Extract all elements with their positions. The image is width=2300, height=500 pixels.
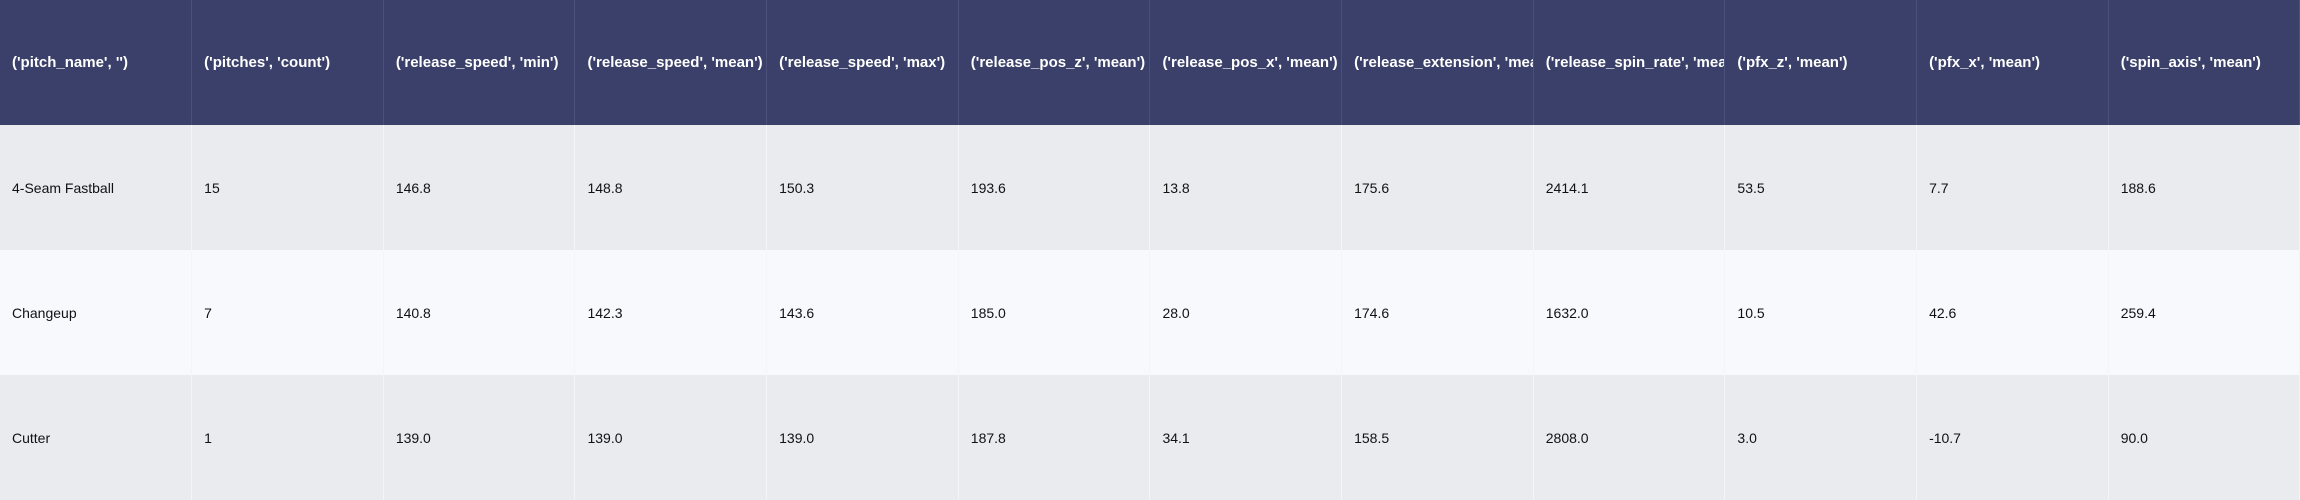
table-cell: 2808.0	[1533, 375, 1726, 500]
table-row: Cutter 1 139.0 139.0 139.0 187.8 34.1 15…	[0, 375, 2300, 500]
table-cell: 148.8	[574, 125, 768, 250]
table-cell: 185.0	[958, 250, 1151, 375]
column-header-pfx-z-mean[interactable]: ('pfx_z', 'mean')	[1724, 0, 1918, 125]
table-cell: 42.6	[1916, 250, 2109, 375]
table-cell: 146.8	[383, 125, 576, 250]
table-cell: Cutter	[0, 375, 193, 500]
column-header-release-extension-mean[interactable]: ('release_extension', 'mean')	[1341, 0, 1534, 125]
table-cell: 3.0	[1724, 375, 1918, 500]
table-cell: 10.5	[1724, 250, 1918, 375]
header-row: ('pitch_name', '') ('pitches', 'count') …	[0, 0, 2300, 125]
table-cell: Changeup	[0, 250, 193, 375]
table-cell: 174.6	[1341, 250, 1534, 375]
column-header-spin-axis-mean[interactable]: ('spin_axis', 'mean')	[2108, 0, 2300, 125]
table-cell: 28.0	[1149, 250, 1343, 375]
table-cell: 142.3	[574, 250, 768, 375]
table-cell: 158.5	[1341, 375, 1534, 500]
pitch-stats-table: ('pitch_name', '') ('pitches', 'count') …	[0, 0, 2300, 500]
column-header-release-spin-rate-mean[interactable]: ('release_spin_rate', 'mean')	[1533, 0, 1726, 125]
table-cell: 259.4	[2108, 250, 2300, 375]
column-header-release-speed-mean[interactable]: ('release_speed', 'mean')	[574, 0, 768, 125]
table-cell: 193.6	[958, 125, 1151, 250]
column-header-release-speed-min[interactable]: ('release_speed', 'min')	[383, 0, 576, 125]
table-cell: 53.5	[1724, 125, 1918, 250]
column-header-pitch-name[interactable]: ('pitch_name', '')	[0, 0, 193, 125]
column-header-release-pos-z-mean[interactable]: ('release_pos_z', 'mean')	[958, 0, 1151, 125]
table-cell: 187.8	[958, 375, 1151, 500]
table-cell: 150.3	[766, 125, 959, 250]
column-header-release-speed-max[interactable]: ('release_speed', 'max')	[766, 0, 959, 125]
table-cell: 188.6	[2108, 125, 2300, 250]
table-cell: 13.8	[1149, 125, 1343, 250]
column-header-pfx-x-mean[interactable]: ('pfx_x', 'mean')	[1916, 0, 2109, 125]
table-cell: 4-Seam Fastball	[0, 125, 193, 250]
table-cell: 1632.0	[1533, 250, 1726, 375]
table-header: ('pitch_name', '') ('pitches', 'count') …	[0, 0, 2300, 125]
table-cell: 7	[191, 250, 384, 375]
table-cell: 139.0	[574, 375, 768, 500]
table-body: 4-Seam Fastball 15 146.8 148.8 150.3 193…	[0, 125, 2300, 500]
data-table-container: ('pitch_name', '') ('pitches', 'count') …	[0, 0, 2300, 500]
column-header-release-pos-x-mean[interactable]: ('release_pos_x', 'mean')	[1149, 0, 1343, 125]
table-row: 4-Seam Fastball 15 146.8 148.8 150.3 193…	[0, 125, 2300, 250]
table-row: Changeup 7 140.8 142.3 143.6 185.0 28.0 …	[0, 250, 2300, 375]
table-cell: 15	[191, 125, 384, 250]
table-cell: 175.6	[1341, 125, 1534, 250]
table-cell: 143.6	[766, 250, 959, 375]
table-cell: 1	[191, 375, 384, 500]
table-cell: 90.0	[2108, 375, 2300, 500]
table-cell: 2414.1	[1533, 125, 1726, 250]
table-cell: 139.0	[766, 375, 959, 500]
table-cell: 7.7	[1916, 125, 2109, 250]
table-cell: 34.1	[1149, 375, 1343, 500]
table-cell: -10.7	[1916, 375, 2109, 500]
table-cell: 139.0	[383, 375, 576, 500]
column-header-pitches-count[interactable]: ('pitches', 'count')	[191, 0, 384, 125]
table-cell: 140.8	[383, 250, 576, 375]
